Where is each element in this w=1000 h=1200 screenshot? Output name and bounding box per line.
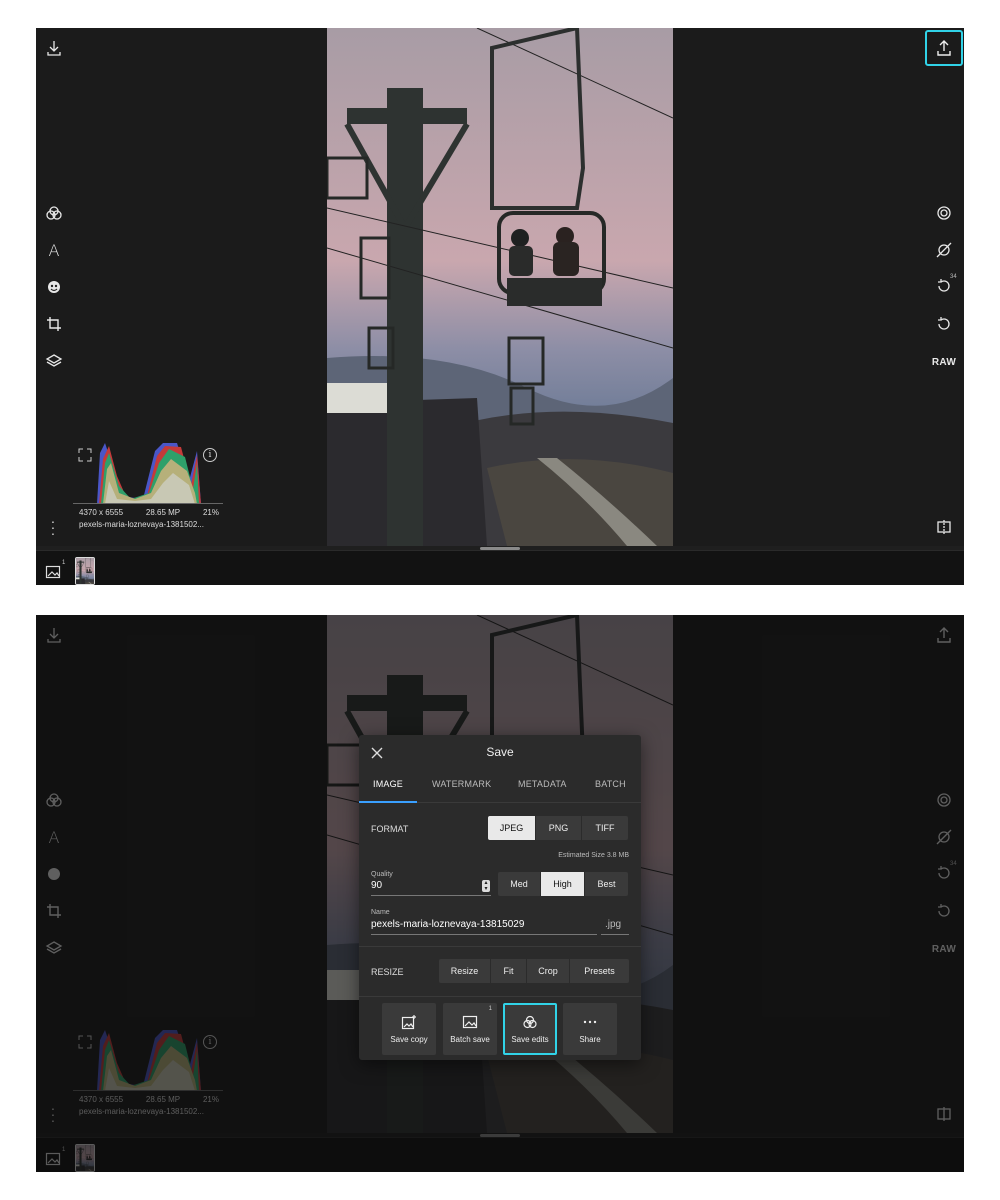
format-tiff[interactable]: TIFF xyxy=(582,816,628,840)
share-button[interactable]: Share xyxy=(563,1003,617,1055)
gallery-count: 1 xyxy=(62,560,66,566)
text-icon[interactable]: A xyxy=(42,238,66,262)
save-edits-button[interactable]: Save edits xyxy=(503,1003,557,1055)
save-copy-button[interactable]: Save copy xyxy=(382,1003,436,1055)
tab-metadata[interactable]: METADATA xyxy=(518,779,567,789)
resize-options: Resize Fit Crop Presets xyxy=(439,959,629,983)
format-selector: JPEG PNG TIFF xyxy=(488,816,628,840)
editor-window-top: A 34 RAW i 4370 x 6555 28.65 MP 21% pexe… xyxy=(36,28,964,585)
save-tabs: IMAGE WATERMARK METADATA BATCH xyxy=(359,775,641,803)
photo-preview[interactable] xyxy=(327,28,673,546)
active-tab-indicator xyxy=(359,801,417,803)
image-filename: pexels-maria-loznevaya-1381502... xyxy=(79,520,204,529)
filmstrip-thumbnail[interactable] xyxy=(75,557,95,585)
lens-icon[interactable] xyxy=(932,201,956,225)
save-dialog: Save IMAGE WATERMARK METADATA BATCH FORM… xyxy=(359,735,641,1060)
expand-icon[interactable] xyxy=(78,448,92,462)
quality-stepper[interactable]: ▴ ▾ xyxy=(482,880,490,892)
compare-icon[interactable] xyxy=(932,515,956,539)
batch-count-badge: 1 xyxy=(488,1006,492,1012)
save-copy-icon xyxy=(401,1015,416,1030)
histogram-baseline xyxy=(73,503,223,504)
quality-input[interactable]: 90 xyxy=(371,880,382,891)
more-dots-icon xyxy=(583,1020,597,1024)
more-vertical-icon[interactable]: · · · xyxy=(48,514,58,540)
fit-button[interactable]: Fit xyxy=(491,959,527,983)
image-zoom: 21% xyxy=(202,508,219,517)
export-icon xyxy=(937,40,951,56)
name-label: Name xyxy=(371,909,390,916)
resize-button[interactable]: Resize xyxy=(439,959,491,983)
save-edits-icon xyxy=(523,1015,537,1029)
export-button[interactable] xyxy=(925,30,963,66)
filename-input[interactable]: pexels-maria-loznevaya-13815029 xyxy=(371,919,524,930)
layers-icon[interactable] xyxy=(42,349,66,373)
image-megapixels: 28.65 MP xyxy=(145,508,181,517)
quality-med[interactable]: Med xyxy=(498,872,541,896)
tab-image[interactable]: IMAGE xyxy=(373,779,403,789)
quality-underline xyxy=(371,895,491,896)
histogram[interactable] xyxy=(73,441,223,504)
hide-icon[interactable] xyxy=(932,238,956,262)
history-count: 34 xyxy=(950,274,957,280)
info-icon[interactable]: i xyxy=(203,448,217,462)
undo-icon[interactable] xyxy=(932,312,956,336)
format-png[interactable]: PNG xyxy=(536,816,582,840)
text-icon-glyph: A xyxy=(48,240,60,260)
editor-window-bottom: A 34 RAW i 4370 x 6555 28.65 MP 21% pexe… xyxy=(36,615,964,1172)
crop-button[interactable]: Crop xyxy=(527,959,570,983)
crop-icon[interactable] xyxy=(42,312,66,336)
save-copy-label: Save copy xyxy=(390,1035,428,1044)
batch-save-button[interactable]: 1 Batch save xyxy=(443,1003,497,1055)
raw-button[interactable]: RAW xyxy=(931,350,957,374)
filmstrip-handle[interactable] xyxy=(480,547,520,550)
presets-button[interactable]: Presets xyxy=(570,959,629,983)
color-filter-icon[interactable] xyxy=(42,201,66,225)
format-label: FORMAT xyxy=(371,824,409,834)
name-underline xyxy=(371,934,597,935)
extension-underline xyxy=(601,934,629,935)
quality-label: Quality xyxy=(371,871,393,878)
quality-high[interactable]: High xyxy=(541,872,585,896)
quality-presets: Med High Best xyxy=(498,872,628,896)
batch-save-icon xyxy=(462,1015,478,1029)
tab-watermark[interactable]: WATERMARK xyxy=(432,779,491,789)
share-label: Share xyxy=(579,1035,601,1044)
divider xyxy=(359,996,641,997)
download-icon[interactable] xyxy=(42,36,66,60)
image-meta-row: 4370 x 6555 28.65 MP 21% xyxy=(79,508,219,517)
filmstrip xyxy=(36,550,964,585)
dialog-title: Save xyxy=(486,745,514,759)
file-extension: .jpg xyxy=(605,919,622,930)
quality-best[interactable]: Best xyxy=(585,872,628,896)
mask-icon[interactable] xyxy=(42,275,66,299)
image-dimensions: 4370 x 6555 xyxy=(79,508,124,517)
divider xyxy=(359,946,641,947)
format-jpeg[interactable]: JPEG xyxy=(488,816,536,840)
resize-label: RESIZE xyxy=(371,967,404,977)
batch-save-label: Batch save xyxy=(450,1035,490,1044)
estimated-size: Estimated Size 3.8 MB xyxy=(558,852,629,859)
tab-batch[interactable]: BATCH xyxy=(595,779,626,789)
gallery-icon[interactable] xyxy=(45,564,61,580)
save-edits-label: Save edits xyxy=(511,1035,549,1044)
